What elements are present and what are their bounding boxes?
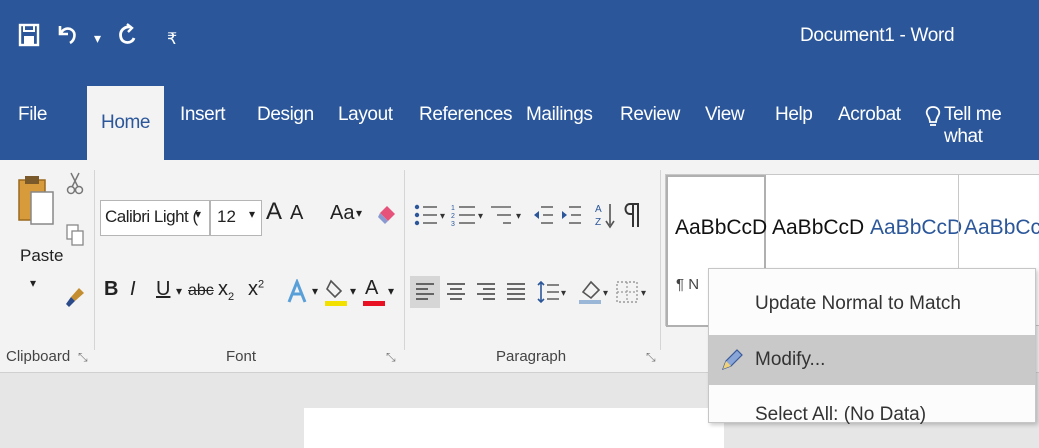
- document-page[interactable]: [304, 408, 724, 448]
- menu-item-update-normal[interactable]: Update Normal to Match Selection: [709, 281, 1035, 360]
- tab-design[interactable]: Design: [257, 104, 314, 126]
- align-left-icon[interactable]: [410, 276, 440, 308]
- tab-references[interactable]: References: [419, 104, 513, 126]
- tab-acrobat[interactable]: Acrobat: [838, 104, 901, 126]
- borders-icon[interactable]: ▾: [614, 276, 650, 308]
- style-sample-normal: AaBbCcD: [675, 216, 768, 239]
- decrease-indent-icon[interactable]: [530, 202, 556, 228]
- undo-dropdown-icon[interactable]: ▾: [94, 30, 101, 47]
- font-color-icon[interactable]: A: [360, 276, 386, 308]
- superscript-button[interactable]: x2: [248, 278, 264, 301]
- tab-home[interactable]: Home: [87, 86, 165, 160]
- menu-item-select-all[interactable]: Select All: (No Data): [709, 395, 1035, 435]
- clear-formatting-icon[interactable]: [374, 202, 400, 228]
- justify-icon[interactable]: [502, 276, 530, 308]
- cut-icon[interactable]: [64, 170, 86, 196]
- tell-me-search[interactable]: Tell me what: [944, 104, 1039, 148]
- shrink-font-button[interactable]: A: [290, 202, 303, 225]
- tab-insert[interactable]: Insert: [180, 104, 226, 126]
- tab-view[interactable]: View: [705, 104, 745, 126]
- paragraph-group-label: Paragraph: [496, 348, 567, 365]
- subscript-button[interactable]: x2: [218, 278, 234, 303]
- text-effects-dropdown-icon[interactable]: ▾: [312, 284, 318, 298]
- group-divider: [404, 170, 405, 350]
- align-center-icon[interactable]: [442, 276, 470, 308]
- italic-button[interactable]: I: [130, 278, 136, 301]
- underline-button[interactable]: U: [156, 278, 170, 301]
- svg-text:▾: ▾: [516, 211, 521, 222]
- document-title: Document1 - Word: [800, 25, 955, 46]
- style-name-normal: ¶ N: [676, 276, 700, 293]
- font-group-label: Font: [226, 348, 257, 365]
- paste-dropdown-icon[interactable]: ▾: [30, 276, 36, 290]
- numbering-icon[interactable]: 1 2 3 ▾: [450, 202, 486, 228]
- svg-text:▾: ▾: [603, 288, 608, 299]
- strikethrough-button[interactable]: abc: [188, 282, 214, 300]
- undo-icon[interactable]: [54, 22, 80, 55]
- grow-font-button[interactable]: A: [266, 198, 282, 226]
- svg-text:Z: Z: [595, 217, 601, 228]
- quick-access-toolbar: ▾ ₹: [18, 22, 177, 55]
- redo-icon[interactable]: [115, 22, 139, 55]
- clipboard-launcher-icon[interactable]: ⤡: [78, 350, 88, 365]
- increase-indent-icon[interactable]: [558, 202, 584, 228]
- svg-text:A: A: [595, 204, 602, 215]
- customize-qat-icon[interactable]: ₹: [167, 29, 177, 49]
- change-case-dropdown-icon[interactable]: ▾: [356, 206, 362, 220]
- font-launcher-icon[interactable]: ⤡: [386, 350, 396, 365]
- tab-mailings[interactable]: Mailings: [526, 104, 593, 126]
- show-paragraph-marks-icon[interactable]: [620, 200, 644, 230]
- font-color-dropdown-icon[interactable]: ▾: [388, 284, 394, 298]
- tab-file[interactable]: File: [18, 104, 47, 126]
- font-size-dropdown-icon[interactable]: ▾: [249, 207, 255, 221]
- tab-review[interactable]: Review: [620, 104, 680, 126]
- paste-label[interactable]: Paste: [20, 246, 63, 266]
- group-divider: [94, 170, 95, 350]
- font-name-dropdown-icon[interactable]: ▾: [195, 207, 201, 221]
- align-right-icon[interactable]: [472, 276, 500, 308]
- font-name-box[interactable]: Calibri Light ( ▾: [100, 200, 210, 236]
- sort-icon[interactable]: AZ: [594, 200, 616, 230]
- change-case-button[interactable]: Aa: [330, 202, 354, 225]
- copy-icon[interactable]: [64, 222, 86, 248]
- svg-text:▾: ▾: [440, 211, 445, 222]
- bullets-icon[interactable]: ▾: [412, 202, 448, 228]
- svg-text:▾: ▾: [561, 288, 566, 299]
- svg-text:1: 1: [451, 205, 455, 212]
- shading-icon[interactable]: ▾: [576, 276, 612, 308]
- modify-style-icon: [719, 347, 745, 373]
- underline-dropdown-icon[interactable]: ▾: [176, 284, 182, 298]
- tab-layout[interactable]: Layout: [338, 104, 393, 126]
- style-context-menu: Update Normal to Match Selection Modify.…: [708, 268, 1036, 425]
- line-spacing-icon[interactable]: ▾: [536, 276, 570, 308]
- bold-button[interactable]: B: [104, 278, 118, 301]
- text-effects-icon[interactable]: [284, 278, 310, 306]
- svg-text:▾: ▾: [641, 288, 646, 299]
- format-painter-icon[interactable]: [62, 284, 88, 310]
- menu-item-modify[interactable]: Modify...: [709, 335, 1035, 385]
- lightbulb-icon[interactable]: [924, 104, 942, 130]
- highlight-dropdown-icon[interactable]: ▾: [350, 284, 356, 298]
- style-sample-heading1[interactable]: AaBbCcD: [870, 216, 962, 240]
- style-sample-no-spacing[interactable]: AaBbCcD: [772, 216, 864, 240]
- paragraph-launcher-icon[interactable]: ⤡: [646, 350, 656, 365]
- group-divider: [660, 170, 661, 350]
- title-bar: ▾ ₹ Document1 - Word: [0, 0, 1039, 80]
- clipboard-group-label: Clipboard: [6, 348, 71, 365]
- paste-icon[interactable]: [16, 168, 60, 238]
- save-icon[interactable]: [18, 23, 40, 54]
- font-size-box[interactable]: 12 ▾: [210, 200, 262, 236]
- style-sample-heading2[interactable]: AaBbCcD: [964, 216, 1039, 240]
- svg-text:▾: ▾: [478, 211, 483, 222]
- multilevel-list-icon[interactable]: ▾: [488, 202, 524, 228]
- highlight-icon[interactable]: [322, 276, 350, 308]
- svg-text:3: 3: [451, 221, 455, 227]
- tab-help[interactable]: Help: [775, 104, 813, 126]
- svg-text:2: 2: [451, 213, 455, 220]
